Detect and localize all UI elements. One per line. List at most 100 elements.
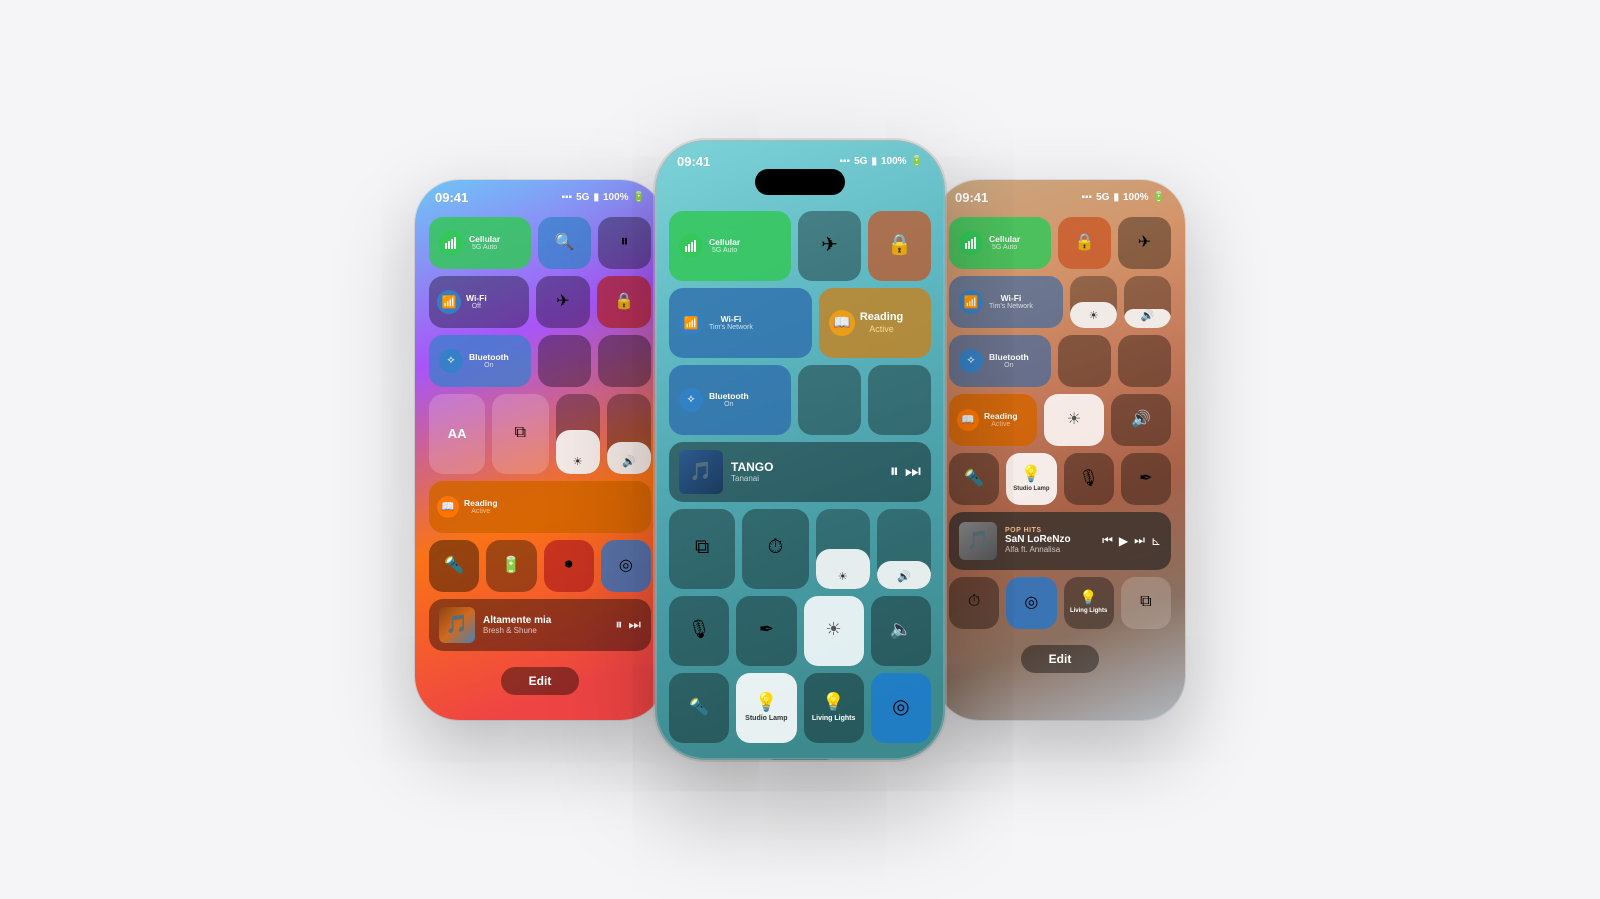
wifi-tile-left[interactable]: 📶 Wi-Fi Off — [429, 276, 529, 328]
bt-tile-center[interactable]: ⟡ Bluetooth On — [669, 365, 791, 435]
extra1-left[interactable] — [538, 335, 591, 387]
sig-tile-right[interactable]: ✒ — [1121, 453, 1171, 505]
cellular-tile-right[interactable]: Cellular 5G Auto — [949, 217, 1051, 269]
row3-center: ⟡ Bluetooth On — [669, 365, 931, 435]
edit-btn-left[interactable]: Edit — [501, 667, 580, 695]
bright3-tile-right[interactable]: ☀ — [1044, 394, 1104, 446]
brightness-slider-right[interactable]: ☀ — [1070, 276, 1117, 328]
bt-tile-right[interactable]: ⟡ Bluetooth On — [949, 335, 1051, 387]
reading-tile-right[interactable]: 📖 Reading Active — [949, 394, 1037, 446]
studio-lamp-tile-center[interactable]: 💡 Studio Lamp — [736, 673, 796, 743]
reading-icon-left: 📖 — [437, 496, 459, 518]
brightness-slider-left[interactable]: ☀ — [556, 394, 600, 474]
clock-tile-right[interactable]: ⏱ — [949, 577, 999, 629]
flashlight-tile-left[interactable]: 🔦 — [429, 540, 479, 592]
shazam-tile-center[interactable]: ◎ — [871, 673, 931, 743]
music-info-right: POP HITS SaN LoReNzo Alfa ft. Annalisa — [1005, 527, 1094, 554]
vol3-tile-right[interactable]: 🔊 — [1111, 394, 1171, 446]
screen-tile-center[interactable]: ⧉ — [669, 509, 735, 589]
music-tile-right[interactable]: 🎵 POP HITS SaN LoReNzo Alfa ft. Annalisa… — [949, 512, 1171, 570]
extra5-right[interactable] — [1058, 335, 1111, 387]
search-tile-left[interactable]: 🔍 — [538, 217, 591, 269]
airplane-tile-center[interactable]: ✈ — [798, 211, 861, 281]
sig-tile-center[interactable]: ✒ — [736, 596, 796, 666]
edit-btn-center[interactable]: Edit — [761, 759, 840, 760]
music-artist-right: Alfa ft. Annalisa — [1005, 545, 1094, 554]
time-right: 09:41 — [955, 190, 988, 205]
next-btn-left[interactable]: ⏭ — [628, 616, 641, 633]
music-tile-center[interactable]: 🎵 TANGO Tananai ⏸ ⏭ — [669, 442, 931, 502]
reading-tile-left[interactable]: 📖 Reading Active — [429, 481, 651, 533]
extra2-left[interactable] — [598, 335, 651, 387]
play-btn-right[interactable]: ▶ — [1119, 534, 1128, 548]
screen-tile-left[interactable]: ⧉ — [492, 394, 548, 474]
living-lights-icon-right: 💡 — [1080, 589, 1097, 606]
flashlight-tile-right[interactable]: 🔦 — [949, 453, 999, 505]
bt-label-center: Bluetooth — [709, 391, 749, 401]
airplane-tile-right[interactable]: ✈ — [1118, 217, 1171, 269]
extra6-right[interactable] — [1118, 335, 1171, 387]
signal-icon-center: ▪▪▪ — [839, 156, 850, 167]
lock-tile-left[interactable]: 🔒 — [597, 276, 651, 328]
screen-tile-right[interactable]: ⧉ — [1121, 577, 1171, 629]
wifi-tile-center[interactable]: 📶 Wi-Fi Tim's Network — [669, 288, 812, 358]
prev-btn-right[interactable]: ⏮ — [1102, 533, 1113, 548]
battery-icon-left: ▮ — [593, 192, 599, 203]
studio-lamp-label-right: Studio Lamp — [1013, 486, 1049, 493]
music-title-right: SaN LoReNzo — [1005, 534, 1094, 545]
aa-tile-left[interactable]: AA — [429, 394, 485, 474]
shazam-tile-left[interactable]: ◎ — [601, 540, 651, 592]
pause-btn-left[interactable]: ⏸ — [615, 616, 622, 633]
airplane-tile-left[interactable]: ✈ — [536, 276, 590, 328]
volume-slider-left[interactable]: 🔊 — [607, 394, 651, 474]
wifi-icon-right: 📶 — [964, 295, 979, 309]
battery-widget-left[interactable]: 🔋 — [486, 540, 536, 592]
music-artist-center: Tananai — [731, 474, 882, 483]
wifi-sublabel-left: Off — [466, 303, 487, 310]
extra3-center[interactable] — [798, 365, 861, 435]
bluetooth-tile-left[interactable]: ⟡ Bluetooth On — [429, 335, 531, 387]
living-lights-label-right: Living Lights — [1070, 608, 1107, 615]
bt-sublabel-left: On — [469, 362, 509, 369]
living-lights-icon-center: 💡 — [822, 692, 844, 713]
studio-lamp-tile-right[interactable]: 💡 Studio Lamp — [1006, 453, 1056, 505]
pause-btn-center[interactable]: ⏸ — [890, 461, 899, 482]
wifi-tile-right[interactable]: 📶 Wi-Fi Tim's Network — [949, 276, 1063, 328]
studio-lamp-icon-center: 💡 — [755, 692, 777, 713]
timer-tile-center[interactable]: ⏱ — [742, 509, 808, 589]
lock-tile-right[interactable]: 🔒 — [1058, 217, 1111, 269]
voicemail-tile-left[interactable]: ⏸ — [598, 217, 651, 269]
next-btn-center[interactable]: ⏭ — [905, 461, 921, 482]
lock-tile-center[interactable]: 🔒 — [868, 211, 931, 281]
next-btn-right[interactable]: ⏭ — [1134, 533, 1145, 548]
row5-center: 🎙 ✒ ☀ 🔈 — [669, 596, 931, 666]
cellular-icon-left — [439, 231, 463, 255]
living-lights-tile-center[interactable]: 💡 Living Lights — [804, 673, 864, 743]
volume-slider-right[interactable]: 🔊 — [1124, 276, 1171, 328]
aa-label-left: AA — [448, 426, 467, 442]
cellular-tile-left[interactable]: Cellular 5G Auto — [429, 217, 531, 269]
lock-icon-center: 🔒 — [887, 232, 912, 257]
row2-left: 📶 Wi-Fi Off ✈ 🔒 — [429, 276, 651, 328]
cellular-tile-center[interactable]: Cellular 5G Auto — [669, 211, 791, 281]
volume-slider-center[interactable]: 🔊 — [877, 509, 931, 589]
reading-tile-center[interactable]: 📖 Reading Active — [819, 288, 931, 358]
mic-tile-center[interactable]: 🎙 — [669, 596, 729, 666]
brightness-icon-right: ☀ — [1089, 309, 1099, 322]
vol2-tile-center[interactable]: 🔈 — [871, 596, 931, 666]
shazam-tile-right[interactable]: ◎ — [1006, 577, 1056, 629]
airplay-btn-right[interactable]: ⊾ — [1151, 534, 1161, 548]
brightness-slider-center[interactable]: ☀ — [816, 509, 870, 589]
edit-btn-right[interactable]: Edit — [1021, 645, 1100, 673]
battery-glyph-right: 🔋 — [1153, 192, 1165, 203]
mic-tile-right[interactable]: 🎙 — [1064, 453, 1114, 505]
status-right-center: ▪▪▪ 5G ▮ 100% 🔋 — [839, 156, 923, 167]
cellular-label-right: Cellular — [989, 234, 1020, 244]
flashlight-tile-center[interactable]: 🔦 — [669, 673, 729, 743]
extra4-center[interactable] — [868, 365, 931, 435]
living-lights-tile-right[interactable]: 💡 Living Lights — [1064, 577, 1114, 629]
bright2-tile-center[interactable]: ☀ — [804, 596, 864, 666]
record-tile-left[interactable]: ⏺ — [544, 540, 594, 592]
music-tile-left[interactable]: 🎵 Altamente mia Bresh & Shune ⏸ ⏭ — [429, 599, 651, 651]
vol2-icon-center: 🔈 — [890, 619, 912, 640]
